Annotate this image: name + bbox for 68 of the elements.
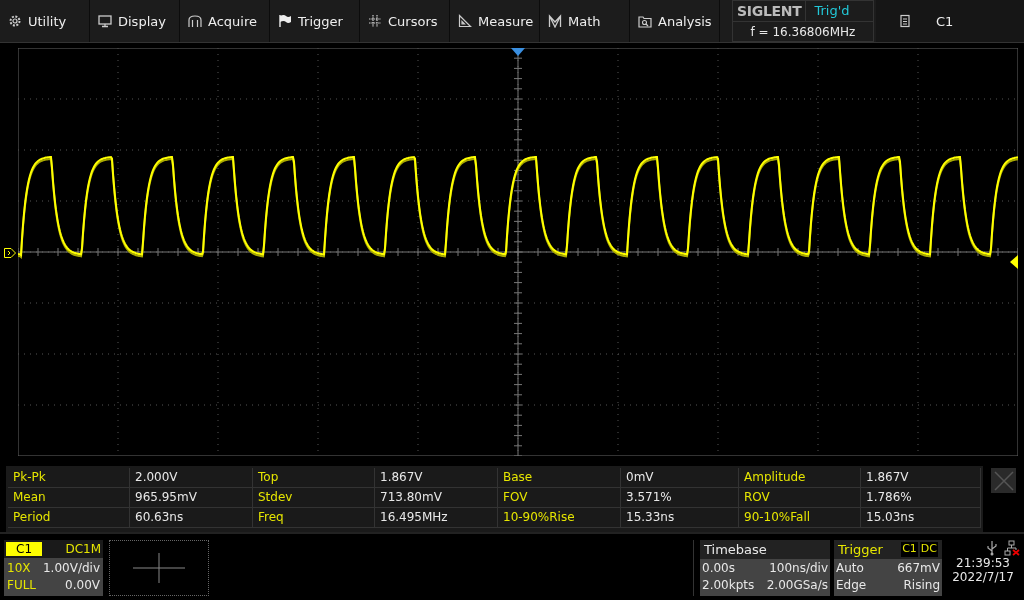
measurement-value: 15.33ns xyxy=(621,508,739,529)
measurement-label: Freq xyxy=(253,508,375,529)
trigger-level-marker xyxy=(1010,255,1018,269)
frequency-readout: f = 16.36806MHz xyxy=(749,24,857,41)
trigger-source: C1 xyxy=(901,542,918,557)
document-icon xyxy=(898,14,912,28)
measurement-value: 15.03ns xyxy=(861,508,981,529)
measurement-label: Amplitude xyxy=(739,468,861,489)
usb-icon xyxy=(986,540,998,556)
trigger-level: 667mV xyxy=(897,560,940,577)
trigger-slope: Rising xyxy=(903,577,940,594)
brand-logo: SIGLENT xyxy=(733,1,807,21)
measurement-label: Pk-Pk xyxy=(8,468,130,489)
probe-label: 10X xyxy=(7,560,31,577)
math-icon xyxy=(548,14,562,28)
trigger-status: Trig'd xyxy=(813,2,850,20)
monitor-icon xyxy=(98,14,112,28)
measurement-value: 1.867V xyxy=(861,468,981,489)
clock-date: 2022/7/17 xyxy=(952,570,1014,584)
flag-icon xyxy=(278,14,292,28)
bandwidth-label: FULL xyxy=(7,577,37,594)
offset-value: 0.00V xyxy=(65,577,100,594)
trigger-panel[interactable]: Trigger C1 DC Auto 667mV Edge Rising xyxy=(834,540,942,596)
timebase-title: Timebase xyxy=(704,542,767,557)
measurement-value: 965.95mV xyxy=(130,488,253,509)
measurement-value: 0mV xyxy=(621,468,739,489)
channel-panel[interactable]: C1 DC1M 10X 1.00V/div FULL 0.00V xyxy=(4,540,103,596)
delay-value: 0.00s xyxy=(702,560,735,577)
measurement-value: 1.786% xyxy=(861,488,981,509)
measurement-label: Base xyxy=(498,468,621,489)
measurement-value: 3.571% xyxy=(621,488,739,509)
channel-label: C1 xyxy=(6,542,42,556)
measurement-label: 10-90%Rise xyxy=(498,508,621,529)
memory-depth: 2.00kpts xyxy=(702,577,755,594)
measurement-value: 713.80mV xyxy=(375,488,498,509)
measurement-value: 1.867V xyxy=(375,468,498,489)
clock-time: 21:39:53 xyxy=(956,556,1010,570)
measurement-label: FOV xyxy=(498,488,621,509)
measurement-label: Stdev xyxy=(253,488,375,509)
close-icon xyxy=(993,470,1014,491)
channel-button[interactable]: C1 xyxy=(876,0,1024,42)
trigger-coupling: DC xyxy=(919,542,938,557)
analysis-icon xyxy=(638,14,652,28)
network-disconnected-icon xyxy=(1004,540,1020,556)
vertical-scale: 1.00V/div xyxy=(42,560,100,577)
horizontal-scale: 100ns/div xyxy=(769,560,828,577)
plus-icon xyxy=(133,553,185,583)
close-button[interactable] xyxy=(991,468,1016,494)
trigger-position-marker xyxy=(511,48,525,56)
measurement-label: ROV xyxy=(739,488,861,509)
measurement-label: Top xyxy=(253,468,375,489)
measurement-label: Period xyxy=(8,508,130,529)
trigger-type: Edge xyxy=(836,577,867,594)
measurement-label: 90-10%Fall xyxy=(739,508,861,529)
gear-icon xyxy=(8,14,22,28)
add-channel-slot[interactable] xyxy=(109,540,209,596)
timebase-panel[interactable]: Timebase 0.00s 100ns/div 2.00kpts 2.00GSa/s xyxy=(700,540,830,596)
channel-marker xyxy=(4,248,16,258)
coupling-label: DC1M xyxy=(65,542,101,556)
trigger-title: Trigger xyxy=(838,542,883,557)
acquire-icon xyxy=(188,14,202,28)
sample-rate: 2.00GSa/s xyxy=(766,577,828,594)
trigger-mode: Auto xyxy=(836,560,864,577)
grid-icon xyxy=(368,14,382,28)
measurement-value: 60.63ns xyxy=(130,508,253,529)
measurement-value: 16.495MHz xyxy=(375,508,498,529)
measurement-label: Mean xyxy=(8,488,130,509)
measurement-value: 2.000V xyxy=(130,468,253,489)
